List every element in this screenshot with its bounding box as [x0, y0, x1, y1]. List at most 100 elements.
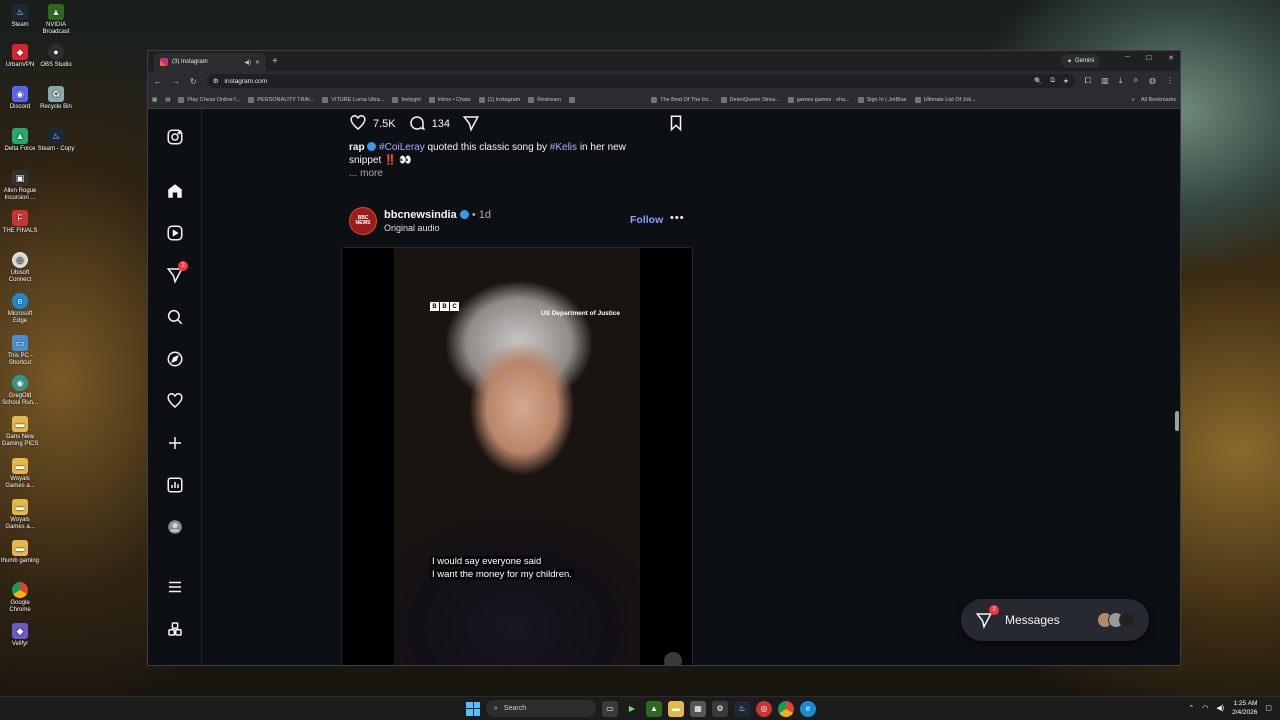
edge-icon[interactable]: e	[800, 700, 816, 717]
bookmark-item[interactable]: Play Chess Online f...	[178, 96, 240, 103]
desktop-icon-chrome[interactable]: Google Chrome	[0, 582, 40, 614]
wifi-icon[interactable]: ◠	[1202, 704, 1208, 712]
maximize-icon[interactable]: ☐	[1146, 54, 1152, 62]
explore-icon[interactable]	[165, 349, 185, 369]
back-icon[interactable]: ←	[154, 77, 162, 86]
save-bookmark-icon[interactable]	[667, 114, 685, 135]
desktop-icon-edge[interactable]: e Microsoft Edge	[0, 293, 40, 325]
side-panel-icon[interactable]: ▥	[1101, 76, 1109, 86]
scrollbar-thumb[interactable]	[1175, 411, 1179, 431]
desktop-icon-dans-folder[interactable]: ▬ Dans New Gaming PICS	[0, 416, 40, 448]
steam-icon[interactable]: ♨	[734, 700, 750, 717]
clock[interactable]: 1:25 AM 2/4/2026	[1232, 699, 1257, 717]
minimize-icon[interactable]: ─	[1125, 54, 1130, 62]
caption-username[interactable]: rap	[349, 142, 365, 153]
nvidia-icon[interactable]: ▲	[646, 700, 662, 717]
site-info-icon[interactable]: ⚙	[213, 77, 219, 85]
post-username[interactable]: bbcnewsindia	[384, 209, 457, 221]
tab-instagram[interactable]: (3) Instagram ◀) ✕	[154, 53, 266, 71]
windows-start-icon[interactable]	[466, 701, 480, 716]
home-icon[interactable]	[165, 181, 185, 201]
hamburger-menu-icon[interactable]	[165, 577, 185, 597]
bookmark-item[interactable]: Sign In | JetBlue	[857, 96, 907, 103]
bookmark-item[interactable]: DelenQueen Strea...	[720, 96, 780, 103]
create-icon[interactable]	[165, 433, 185, 453]
bookmark-item[interactable]: Ultimate List Of Jok...	[914, 96, 976, 103]
volume-icon[interactable]: ◀)	[1216, 704, 1224, 712]
desktop-icon-thumb-folder[interactable]: ▬ thumb gaming	[0, 540, 40, 565]
follow-button[interactable]: Follow	[630, 214, 663, 226]
messages-button[interactable]: 3 Messages	[961, 599, 1149, 641]
bookmark-item[interactable]: Inbox • Chats	[428, 96, 471, 103]
share-icon[interactable]	[462, 114, 480, 135]
desktop-icon-steam[interactable]: ♨ Steam	[0, 4, 40, 29]
like-heart-icon[interactable]	[349, 114, 367, 135]
file-explorer-icon[interactable]: ▬	[668, 700, 684, 717]
tab-groups-icon[interactable]: ▤	[165, 97, 170, 103]
app-icon[interactable]: ◎	[756, 700, 772, 717]
desktop-icon-ubisoft[interactable]: ◎ Ubisoft Connect	[0, 252, 40, 284]
bookmark-item[interactable]: PERSONALITY TRAI...	[248, 96, 314, 103]
chrome-icon[interactable]	[778, 700, 794, 717]
profile-icon[interactable]: ◍	[1149, 76, 1156, 86]
desktop-icon-steam-copy[interactable]: ♨ Steam - Copy	[36, 128, 76, 153]
zoom-icon[interactable]: 🔍	[1034, 77, 1042, 85]
bookmark-item[interactable]: Restream	[528, 96, 561, 103]
reels-icon[interactable]	[165, 223, 185, 243]
settings-icon[interactable]: ⚙	[712, 700, 728, 717]
taskbar-search[interactable]: ⌕ Search	[486, 700, 596, 717]
bookmark-item[interactable]	[569, 96, 576, 103]
bookmark-item[interactable]: The Best Of The Int...	[651, 96, 713, 103]
bookmark-item[interactable]: (1) Instagram	[478, 96, 520, 103]
bookmark-item[interactable]: feetygirl	[392, 96, 421, 103]
bookmark-star-icon[interactable]: ★	[1063, 77, 1069, 85]
profile-avatar[interactable]	[165, 517, 185, 537]
heart-icon[interactable]	[165, 391, 185, 411]
direct-messages-icon[interactable]: 3	[165, 261, 188, 285]
close-window-icon[interactable]: ✕	[1168, 54, 1174, 62]
desktop-icon-allen-rogue[interactable]: ▣ Allen Rogue Incursion ...	[0, 170, 40, 202]
task-view-icon[interactable]: ▭	[602, 700, 618, 717]
also-from-meta-icon[interactable]	[165, 619, 185, 639]
downloads-icon[interactable]: ⤓	[1119, 76, 1123, 86]
speaker-icon[interactable]: ◀)	[244, 59, 251, 66]
bbc-avatar[interactable]: BBC NEWS	[349, 207, 377, 235]
desktop-icon-veilfyr[interactable]: ◆ Veilfyr	[0, 623, 40, 648]
desktop-icon-woyals-folder-1[interactable]: ▬ Woyals Games a...	[0, 458, 40, 490]
reload-icon[interactable]: ↻	[190, 77, 197, 86]
chevron-up-icon[interactable]: ⌃	[1188, 704, 1194, 712]
dashboard-icon[interactable]	[165, 475, 185, 495]
search-icon[interactable]	[165, 307, 185, 327]
install-app-icon[interactable]: ⧉	[1050, 77, 1055, 85]
hashtag-link[interactable]: #CoiLeray	[379, 142, 425, 153]
bookmark-item[interactable]: VITURE Luma Ultra...	[322, 96, 384, 103]
ai-icon[interactable]: ✧	[1132, 76, 1139, 86]
desktop-icon-woyals-folder-2[interactable]: ▬ Woyals Games a...	[0, 499, 40, 531]
desktop-icon-delta-force[interactable]: ▲ Delta Force	[0, 128, 40, 153]
original-audio-link[interactable]: Original audio	[384, 223, 440, 233]
comment-icon[interactable]	[408, 114, 426, 135]
gemini-button[interactable]: ✦ Gemini	[1060, 54, 1100, 68]
hashtag-link[interactable]: #Kelis	[550, 142, 577, 153]
scrollbar[interactable]	[1174, 109, 1180, 665]
store-icon[interactable]: ▦	[690, 700, 706, 717]
instagram-logo-icon[interactable]	[165, 127, 185, 147]
apps-icon[interactable]: ▦	[152, 97, 157, 103]
post-video[interactable]: B B C US Department of Justice I would s…	[341, 247, 693, 665]
desktop-icon-nvidia[interactable]: ▲ NVIDIA Broadcast	[36, 4, 76, 36]
notifications-icon[interactable]: ▢	[1265, 704, 1272, 712]
address-bar[interactable]: ⚙ instagram.com 🔍 ⧉ ★	[206, 74, 1075, 88]
extensions-icon[interactable]: ⧠	[1085, 76, 1091, 86]
more-options-icon[interactable]: •••	[670, 212, 685, 224]
menu-icon[interactable]: ⋮	[1166, 76, 1174, 86]
desktop-icon-the-finals[interactable]: F THE FINALS	[0, 210, 40, 235]
more-link[interactable]: ... more	[349, 168, 383, 179]
close-tab-icon[interactable]: ✕	[255, 59, 260, 66]
desktop-icon-recycle-bin[interactable]: ♻ Recycle Bin	[36, 86, 76, 111]
desktop-icon-greg-old-school[interactable]: ◉ GregOld School Run...	[0, 375, 40, 407]
media-player-icon[interactable]: ▶	[624, 701, 640, 717]
mute-icon[interactable]	[664, 652, 682, 665]
new-tab-button[interactable]: +	[272, 56, 278, 67]
desktop-icon-discord[interactable]: ◉ Discord	[0, 86, 40, 111]
all-bookmarks-button[interactable]: » All Bookmarks	[1132, 97, 1176, 103]
